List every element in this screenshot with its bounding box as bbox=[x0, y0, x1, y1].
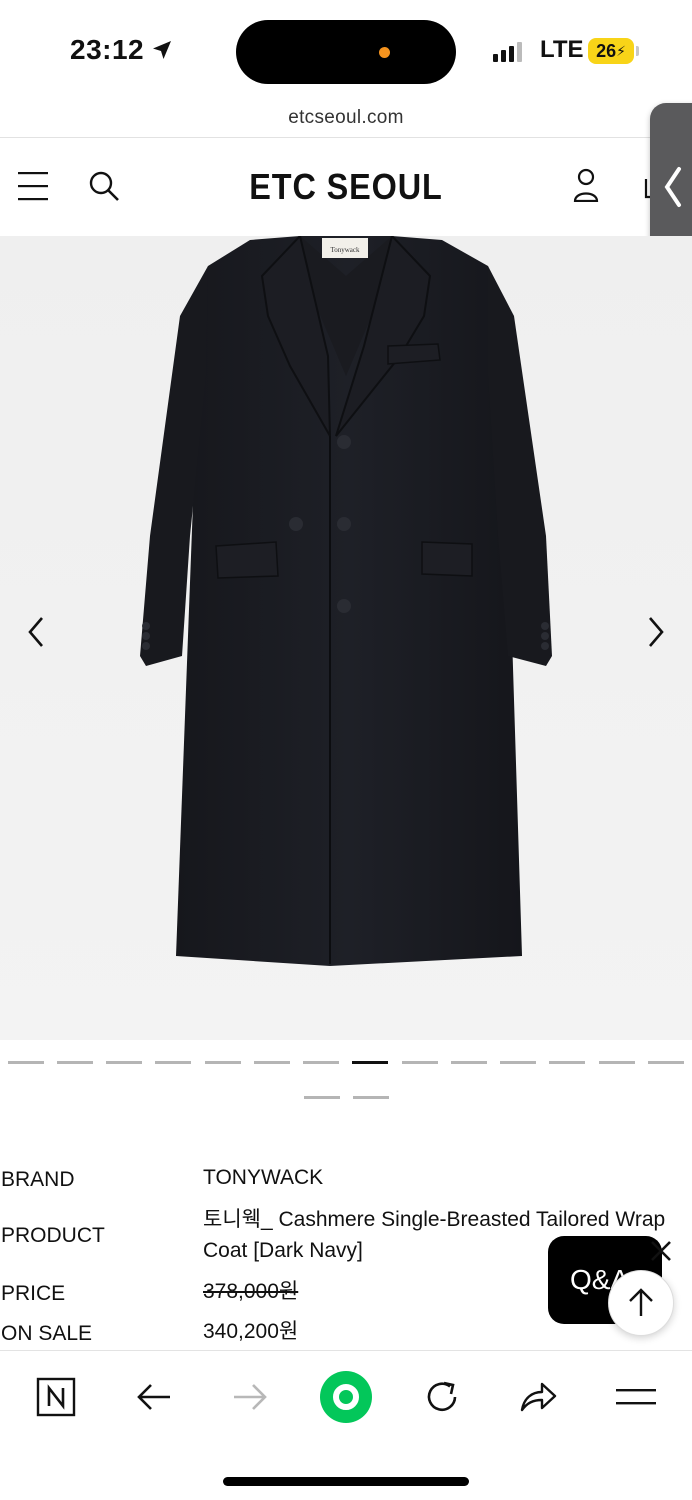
site-header: ETC SEOUL bbox=[0, 138, 692, 236]
url-bar[interactable]: etcseoul.com bbox=[0, 100, 692, 138]
recording-indicator-dot bbox=[379, 47, 390, 58]
browser-toolbar bbox=[0, 1350, 692, 1500]
naver-home-icon[interactable] bbox=[30, 1371, 82, 1423]
slide-dot[interactable] bbox=[648, 1061, 684, 1064]
refresh-icon[interactable] bbox=[416, 1371, 468, 1423]
slide-dot[interactable] bbox=[599, 1061, 635, 1064]
gallery-next-button[interactable] bbox=[638, 608, 674, 656]
site-logo[interactable]: ETC SEOUL bbox=[35, 166, 658, 208]
slide-dot[interactable] bbox=[304, 1096, 340, 1099]
signal-strength-icon bbox=[493, 40, 522, 62]
price-label: PRICE bbox=[1, 1282, 66, 1305]
home-indicator[interactable] bbox=[223, 1477, 469, 1486]
more-menu-icon[interactable] bbox=[610, 1371, 662, 1423]
status-bar: 23:12 LTE 26 ⚡ bbox=[0, 0, 692, 100]
gallery-prev-button[interactable] bbox=[18, 608, 54, 656]
brand-label: BRAND bbox=[1, 1168, 75, 1191]
back-icon[interactable] bbox=[128, 1371, 180, 1423]
slide-dot[interactable] bbox=[402, 1061, 438, 1064]
slide-dot[interactable] bbox=[500, 1061, 536, 1064]
chevron-right-icon bbox=[649, 617, 664, 647]
slide-dot[interactable] bbox=[106, 1061, 142, 1064]
slide-dot[interactable] bbox=[353, 1096, 389, 1099]
url-text[interactable]: etcseoul.com bbox=[288, 107, 404, 128]
share-icon[interactable] bbox=[512, 1371, 564, 1423]
product-label: PRODUCT bbox=[1, 1224, 105, 1247]
sale-label: ON SALE bbox=[1, 1322, 93, 1345]
slide-dot[interactable] bbox=[451, 1061, 487, 1064]
chevron-left-icon bbox=[28, 617, 43, 647]
chevron-left-icon bbox=[664, 167, 681, 207]
garment-tag-text: Tonywack bbox=[330, 246, 360, 254]
scroll-to-top-button[interactable] bbox=[608, 1270, 674, 1336]
network-type: LTE bbox=[540, 36, 584, 63]
location-arrow-icon bbox=[153, 41, 172, 59]
slide-dot[interactable] bbox=[254, 1061, 290, 1064]
slide-dot[interactable] bbox=[303, 1061, 339, 1064]
brand-value[interactable]: TONYWACK bbox=[203, 1162, 683, 1193]
dynamic-island bbox=[236, 20, 456, 84]
user-icon[interactable] bbox=[566, 164, 606, 206]
slide-dot-active[interactable] bbox=[352, 1061, 388, 1064]
coat-image: Tonywack bbox=[140, 236, 552, 966]
slide-dot[interactable] bbox=[549, 1061, 585, 1064]
close-icon[interactable] bbox=[648, 1238, 674, 1264]
slide-dot[interactable] bbox=[155, 1061, 191, 1064]
slide-dot[interactable] bbox=[205, 1061, 241, 1064]
status-time: 23:12 bbox=[70, 34, 174, 66]
slide-dot[interactable] bbox=[8, 1061, 44, 1064]
time-text: 23:12 bbox=[70, 34, 145, 65]
product-image-gallery[interactable]: Tonywack bbox=[0, 236, 692, 1040]
battery-icon: 26 ⚡ bbox=[588, 38, 634, 64]
battery-level: 26 bbox=[596, 40, 617, 61]
battery-nub bbox=[636, 46, 639, 56]
slide-dot[interactable] bbox=[57, 1061, 93, 1064]
forward-icon[interactable] bbox=[224, 1371, 276, 1423]
naver-green-dot-icon[interactable] bbox=[318, 1369, 374, 1425]
arrow-up-icon bbox=[629, 1288, 653, 1316]
